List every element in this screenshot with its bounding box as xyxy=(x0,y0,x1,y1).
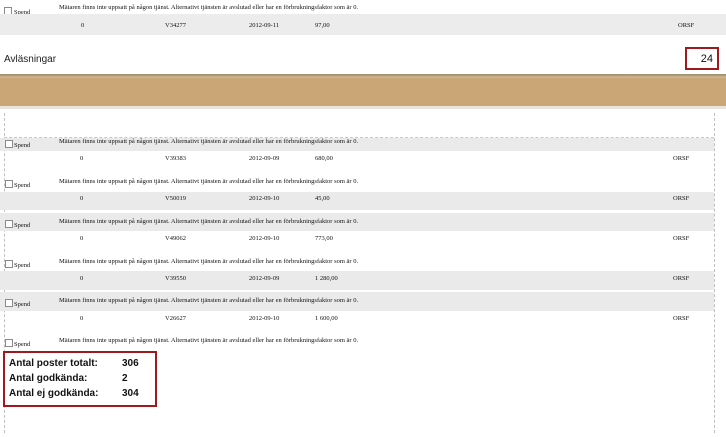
record-meter: V49062 xyxy=(165,235,186,242)
separator-bottom xyxy=(0,106,726,109)
record-date: 2012-09-10 xyxy=(249,195,280,202)
spend-checkbox-label: Spend xyxy=(14,182,31,189)
record-meter: V39550 xyxy=(165,275,186,282)
summary-total-value: 306 xyxy=(122,358,139,369)
spend-checkbox-label: Spend xyxy=(14,301,31,308)
record-message: Mätaren finns inte uppsatt på någon tjän… xyxy=(59,297,359,304)
spend-checkbox-label: Spend xyxy=(14,262,31,269)
record-value: 680,00 xyxy=(315,155,333,162)
record-date: 2012-09-09 xyxy=(249,155,280,162)
record-code: ORSF xyxy=(673,235,690,242)
record-code: ORSF xyxy=(678,22,695,29)
record-value: 773,00 xyxy=(315,235,333,242)
spend-checkbox-label: Spend xyxy=(14,222,31,229)
record-date: 2012-09-10 xyxy=(249,235,280,242)
record-message: Mätaren finns inte uppsatt på någon tjän… xyxy=(59,218,359,225)
frame-right-line xyxy=(714,113,715,433)
record-value: 1 600,00 xyxy=(315,315,338,322)
section-count-badge: 24 xyxy=(685,47,719,70)
record-message: Mätaren finns inte uppsatt på någon tjän… xyxy=(59,138,359,145)
record-code: ORSF xyxy=(673,195,690,202)
section-title: Avläsningar xyxy=(4,54,57,65)
record-message: Mätaren finns inte uppsatt på någon tjän… xyxy=(59,258,359,265)
spend-checkbox[interactable] xyxy=(5,220,13,228)
record-count: 0 xyxy=(80,315,84,322)
record-band xyxy=(0,14,726,35)
record-meter: V26627 xyxy=(165,315,186,322)
summary-total-label: Antal poster totalt: xyxy=(9,358,98,369)
record-message: Mätaren finns inte uppsatt på någon tjän… xyxy=(59,178,359,185)
spend-checkbox[interactable] xyxy=(5,299,13,307)
summary-approved-label: Antal godkända: xyxy=(9,373,88,384)
record-code: ORSF xyxy=(673,275,690,282)
spend-checkbox[interactable] xyxy=(5,180,13,188)
record-count: 0 xyxy=(80,195,84,202)
spend-checkbox[interactable] xyxy=(5,260,13,268)
record-count: 0 xyxy=(80,275,84,282)
record-value: 1 280,00 xyxy=(315,275,338,282)
record-date: 2012-09-10 xyxy=(249,315,280,322)
summary-approved-value: 2 xyxy=(122,373,128,384)
record-date: 2012-09-11 xyxy=(249,22,280,29)
spend-checkbox[interactable] xyxy=(5,339,13,347)
record-meter: V39383 xyxy=(165,155,186,162)
spend-checkbox-label: Spend xyxy=(14,142,31,149)
spend-checkbox[interactable] xyxy=(5,140,13,148)
record-meter: V50019 xyxy=(165,195,186,202)
record-value: 45,00 xyxy=(315,195,330,202)
record-count: 0 xyxy=(80,235,84,242)
record-message: Mätaren finns inte uppsatt på någon tjän… xyxy=(59,337,359,344)
record-meter: V34277 xyxy=(165,22,186,29)
record-code: ORSF xyxy=(673,315,690,322)
record-message: Mätaren finns inte uppsatt på någon tjän… xyxy=(59,4,359,11)
section-count: 24 xyxy=(700,52,713,65)
record-date: 2012-09-09 xyxy=(249,275,280,282)
record-band xyxy=(0,271,714,290)
tan-separator-bar xyxy=(0,78,726,106)
record-count: 0 xyxy=(80,155,84,162)
record-value: 97,00 xyxy=(315,22,330,29)
record-code: ORSF xyxy=(673,155,690,162)
record-count: 0 xyxy=(81,22,85,29)
record-band xyxy=(0,192,714,210)
summary-box: Antal poster totalt: 306 Antal godkända:… xyxy=(3,351,157,407)
summary-rejected-label: Antal ej godkända: xyxy=(9,388,99,399)
spend-checkbox-label: Spend xyxy=(14,341,31,348)
summary-rejected-value: 304 xyxy=(122,388,139,399)
